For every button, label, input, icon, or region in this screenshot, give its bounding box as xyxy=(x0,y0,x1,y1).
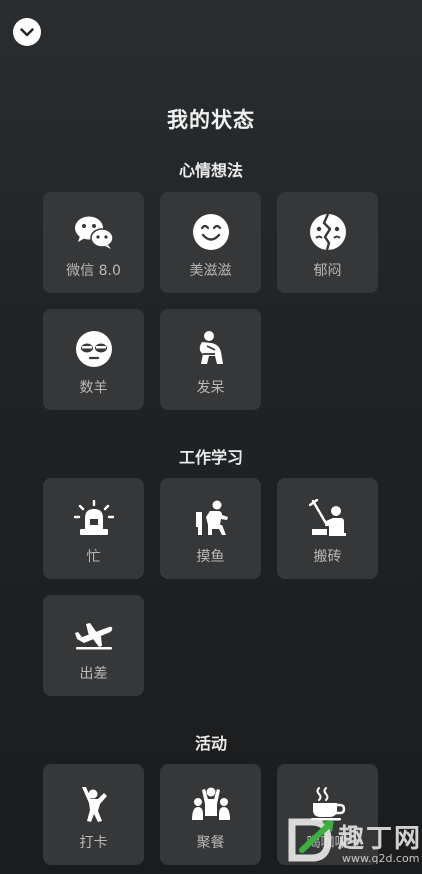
alarm-icon xyxy=(73,498,114,538)
status-tile-grinding[interactable]: 搬砖 xyxy=(277,478,378,579)
status-tile-check-in[interactable]: 打卡 xyxy=(43,764,144,865)
status-tile-counting-sheep[interactable]: 数羊 xyxy=(43,309,144,410)
status-tile-coffee[interactable]: 喝咖啡 xyxy=(277,764,378,865)
sleepy-face-icon xyxy=(74,329,114,369)
status-label: 美滋滋 xyxy=(189,263,232,279)
digging-person-icon xyxy=(308,498,348,538)
wechat-icon xyxy=(74,212,114,252)
status-label: 数羊 xyxy=(79,380,108,396)
status-label: 微信 8.0 xyxy=(66,263,121,279)
collapse-button[interactable] xyxy=(13,18,41,46)
sitting-person-icon xyxy=(191,498,231,538)
status-tile-gloomy[interactable]: 郁闷 xyxy=(277,192,378,293)
status-tile-happy[interactable]: 美滋滋 xyxy=(160,192,261,293)
airplane-icon xyxy=(74,615,114,655)
status-label: 搬砖 xyxy=(313,549,342,565)
section-title-mood: 心情想法 xyxy=(178,161,243,180)
status-label: 郁闷 xyxy=(313,263,342,279)
cheer-person-icon xyxy=(74,784,114,824)
status-label: 出差 xyxy=(79,666,108,682)
smile-icon xyxy=(191,212,231,252)
broken-face-icon xyxy=(308,212,348,252)
status-label: 打卡 xyxy=(79,835,108,851)
status-label: 发呆 xyxy=(196,380,225,396)
group-icon xyxy=(191,784,231,824)
status-label: 喝咖啡 xyxy=(306,835,349,851)
status-tile-business-trip[interactable]: 出差 xyxy=(43,595,144,696)
status-tile-dinner-party[interactable]: 聚餐 xyxy=(160,764,261,865)
page-title: 我的状态 xyxy=(167,108,255,132)
chevron-down-icon xyxy=(20,27,34,36)
status-label: 聚餐 xyxy=(196,835,225,851)
coffee-icon xyxy=(308,784,348,824)
status-tile-slacking[interactable]: 摸鱼 xyxy=(160,478,261,579)
status-label: 忙 xyxy=(86,549,101,565)
section-title-work-study: 工作学习 xyxy=(178,448,243,467)
status-tile-wechat[interactable]: 微信 8.0 xyxy=(43,192,144,293)
section-title-activities: 活动 xyxy=(194,734,227,753)
status-tile-busy[interactable]: 忙 xyxy=(43,478,144,579)
status-tile-daze[interactable]: 发呆 xyxy=(160,309,261,410)
status-label: 摸鱼 xyxy=(196,549,225,565)
thinker-icon xyxy=(191,329,231,369)
